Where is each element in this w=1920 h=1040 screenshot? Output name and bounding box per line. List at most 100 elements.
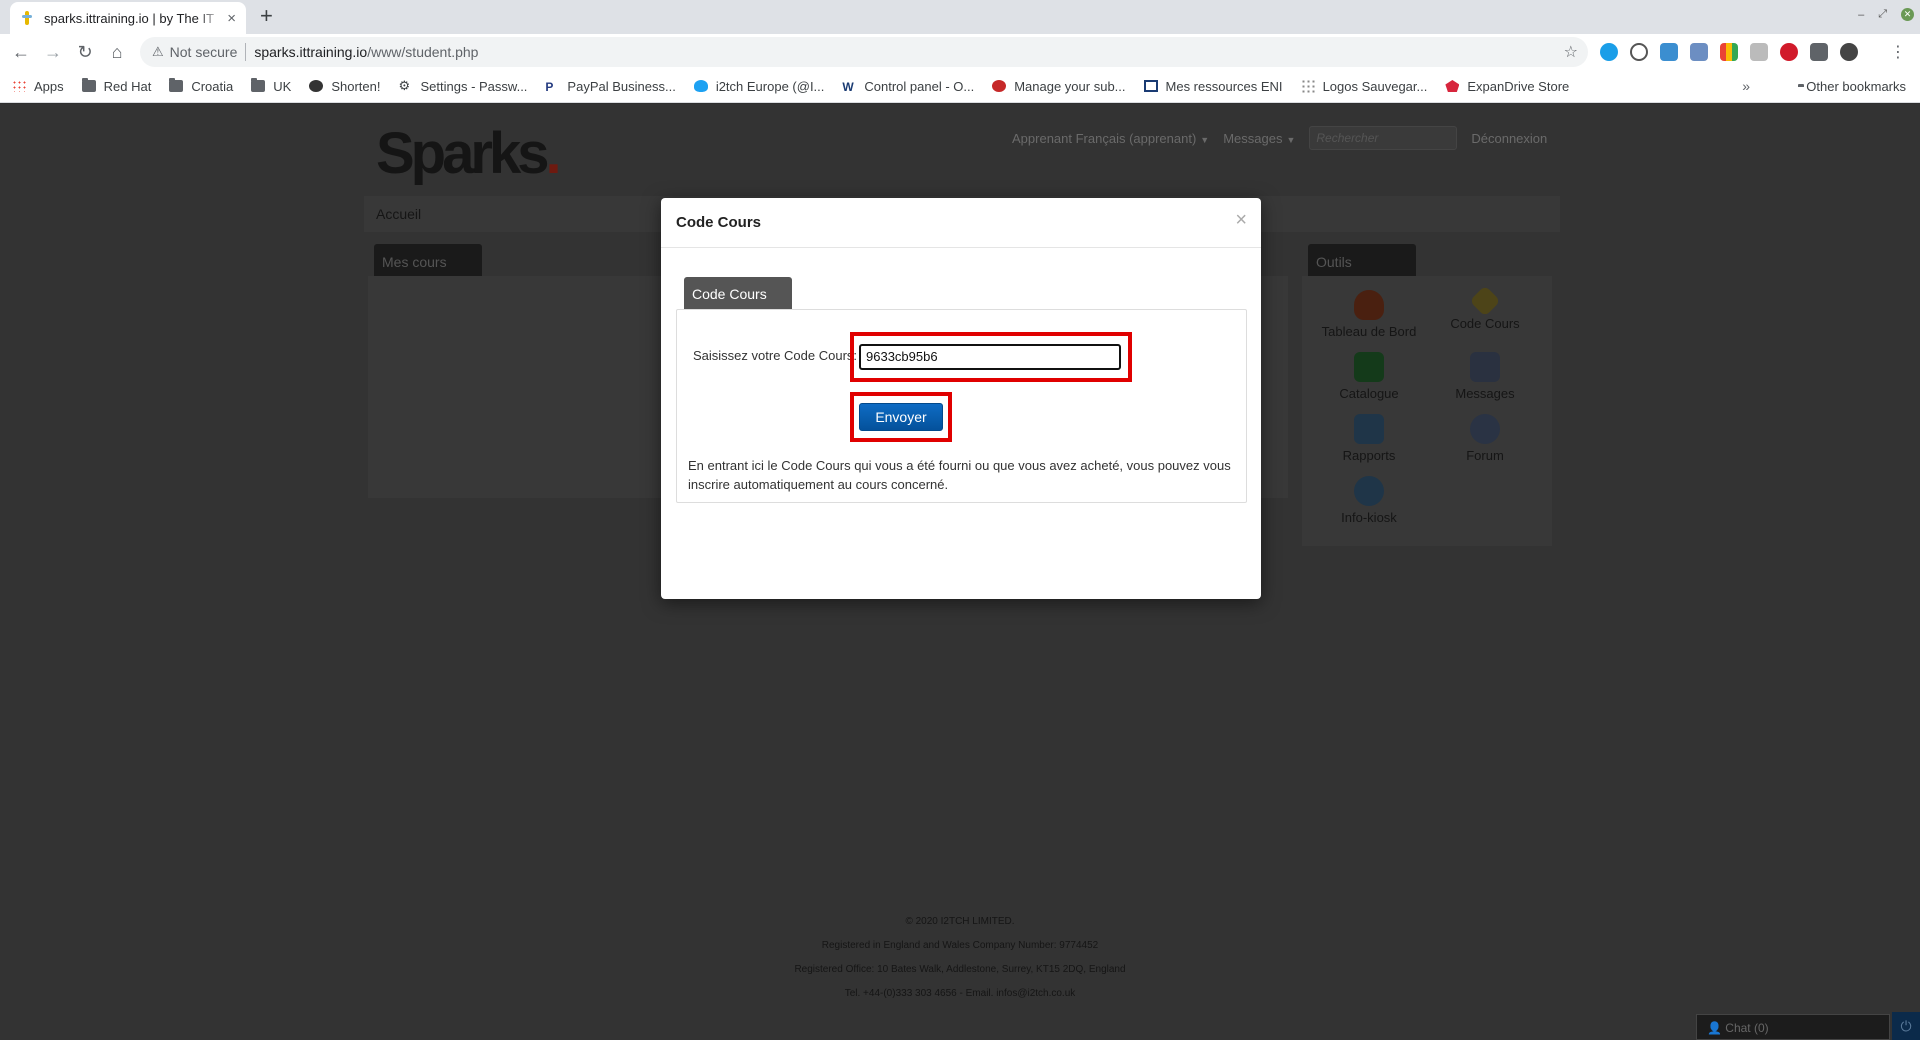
- extension-blue-icon[interactable]: [1660, 43, 1678, 61]
- bookmark-uk[interactable]: UK: [251, 78, 292, 94]
- logout-link[interactable]: Déconnexion: [1471, 131, 1547, 146]
- other-bookmarks[interactable]: Other bookmarks: [1798, 79, 1906, 94]
- bookmark-label: Manage your sub...: [1014, 78, 1126, 94]
- address-separator: [245, 43, 247, 61]
- folder-icon: [169, 78, 184, 92]
- sparks-logo[interactable]: Sparks.: [376, 120, 562, 187]
- bookmark-logos[interactable]: Logos Sauvegar...: [1300, 79, 1427, 94]
- bookmark-croatia[interactable]: Croatia: [169, 78, 234, 94]
- twitter-icon: [693, 80, 708, 92]
- reload-icon[interactable]: ↻: [74, 41, 96, 63]
- tools-extension-icon[interactable]: [1750, 43, 1768, 61]
- chat-button[interactable]: 👤 Chat (0): [1696, 1014, 1890, 1040]
- bookmarks-overflow-icon[interactable]: »: [1742, 78, 1750, 94]
- bookmark-label: ExpanDrive Store: [1467, 78, 1570, 94]
- bookmark-twitter[interactable]: i2tch Europe (@I...: [693, 79, 824, 94]
- puzzle-icon[interactable]: [1810, 43, 1828, 61]
- envelope-icon: [1470, 352, 1500, 382]
- tools-panel: Tableau de Bord Code Cours Catalogue Mes…: [1302, 276, 1552, 546]
- bookmark-label: Control panel - O...: [864, 78, 975, 94]
- bookmark-apps[interactable]: Apps: [12, 79, 64, 94]
- bookmark-settings[interactable]: ⚙ Settings - Passw...: [398, 79, 527, 94]
- folder-icon: [81, 78, 96, 92]
- minimize-icon[interactable]: –: [1858, 9, 1864, 21]
- bookmark-label: UK: [273, 78, 292, 94]
- bookmark-star-icon[interactable]: ☆: [1564, 42, 1578, 62]
- tool-catalog[interactable]: Catalogue: [1314, 352, 1424, 401]
- window-close-icon[interactable]: ✕: [1901, 8, 1914, 21]
- course-code-input[interactable]: 9633cb95b6: [859, 344, 1121, 370]
- chat-bubbles-icon: [1470, 414, 1500, 444]
- bookmark-manage-sub[interactable]: Manage your sub...: [992, 78, 1126, 94]
- home-icon[interactable]: ⌂: [106, 41, 128, 63]
- tool-label: Tableau de Bord: [1321, 324, 1417, 339]
- tool-label: Forum: [1466, 448, 1504, 463]
- browser-chrome: sparks.ittraining.io | by The IT × + – ⤢…: [0, 0, 1920, 103]
- maximize-icon[interactable]: ⤢: [1878, 8, 1887, 21]
- new-tab-button[interactable]: +: [260, 5, 273, 27]
- bookmark-shorten[interactable]: Shorten!: [309, 79, 380, 94]
- bookmark-red-hat[interactable]: Red Hat: [81, 78, 151, 94]
- forward-icon[interactable]: →: [42, 41, 64, 63]
- bookmark-label: Croatia: [191, 78, 234, 94]
- tab-my-courses[interactable]: Mes cours: [374, 244, 482, 278]
- bookmark-paypal[interactable]: P PayPal Business...: [545, 79, 675, 95]
- profile-avatar[interactable]: [1840, 43, 1858, 61]
- top-navigation: Apprenant Français (apprenant) ▼ Messages…: [1012, 126, 1547, 150]
- chat-icon: 👤: [1707, 1021, 1726, 1035]
- address-bar[interactable]: ⚠ Not secure sparks.ittraining.io /www/s…: [140, 37, 1588, 67]
- modal-title: Code Cours: [676, 214, 762, 231]
- power-icon[interactable]: ⏻: [1892, 1012, 1920, 1040]
- tool-forum[interactable]: Forum: [1430, 414, 1540, 463]
- course-code-modal: Code Cours × Code Cours Saisissez votre …: [661, 198, 1261, 599]
- help-text: En entrant ici le Code Cours qui vous a …: [688, 458, 1231, 492]
- catalog-icon: [1354, 352, 1384, 382]
- browser-tab[interactable]: sparks.ittraining.io | by The IT ×: [10, 2, 246, 34]
- breadcrumb-home[interactable]: Accueil: [376, 206, 421, 222]
- tool-reports[interactable]: Rapports: [1314, 414, 1424, 463]
- bookmark-control-panel[interactable]: W Control panel - O...: [842, 78, 975, 95]
- not-secure-label[interactable]: Not secure: [170, 44, 238, 60]
- messages-menu[interactable]: Messages ▼: [1223, 131, 1295, 146]
- user-icon: [1354, 290, 1384, 320]
- url-host: sparks.ittraining.io: [254, 44, 368, 60]
- user-menu[interactable]: Apprenant Français (apprenant) ▼: [1012, 131, 1209, 146]
- tool-course-code[interactable]: Code Cours: [1430, 285, 1540, 331]
- speed-icon[interactable]: [1630, 43, 1648, 61]
- tool-messages[interactable]: Messages: [1430, 352, 1540, 401]
- vivaldi-extension-icon[interactable]: [1780, 43, 1798, 61]
- eni-icon: [1143, 80, 1158, 92]
- extensions-area: [1600, 43, 1858, 61]
- footer-contact: Tel. +44-(0)333 303 4656 - Email. infos@…: [844, 988, 1076, 999]
- footer-company-number: Registered in England and Wales Company …: [821, 940, 1099, 951]
- window-controls: – ⤢ ✕: [1858, 8, 1914, 21]
- tab-close-icon[interactable]: ×: [227, 10, 236, 27]
- search-input[interactable]: Rechercher: [1309, 126, 1458, 150]
- browser-menu-icon[interactable]: ⋮: [1890, 42, 1906, 62]
- close-icon[interactable]: ×: [1235, 210, 1247, 230]
- tool-label: Code Cours: [1450, 316, 1520, 331]
- warning-icon[interactable]: ⚠: [152, 44, 164, 60]
- tab-course-code[interactable]: Code Cours: [684, 277, 792, 310]
- other-bookmarks-label: Other bookmarks: [1806, 78, 1906, 94]
- course-code-label: Saisissez votre Code Cours:: [693, 348, 858, 363]
- footer-copyright: © 2020 I2TCH LIMITED.: [905, 916, 1015, 927]
- bookmark-expandrive[interactable]: ExpanDrive Store: [1445, 79, 1569, 94]
- tool-label: Catalogue: [1339, 386, 1399, 401]
- url-path: /www/student.php: [367, 44, 479, 60]
- skype-icon[interactable]: [1600, 43, 1618, 61]
- tab-tools[interactable]: Outils: [1308, 244, 1416, 278]
- tool-label: Info-kiosk: [1341, 510, 1397, 525]
- page-footer: © 2020 I2TCH LIMITED. Registered in Engl…: [0, 910, 1920, 1006]
- tool-label: Messages: [1455, 386, 1515, 401]
- grid-icon: [1300, 79, 1315, 93]
- paypal-icon: P: [545, 80, 554, 94]
- submit-button[interactable]: Envoyer: [859, 403, 943, 431]
- color-extension-icon[interactable]: [1720, 43, 1738, 61]
- info-icon: [1354, 476, 1384, 506]
- dropbox-icon[interactable]: [1690, 43, 1708, 61]
- tool-info-kiosk[interactable]: Info-kiosk: [1314, 476, 1424, 525]
- back-icon[interactable]: ←: [10, 41, 32, 63]
- bookmark-eni[interactable]: Mes ressources ENI: [1143, 79, 1283, 94]
- tool-dashboard[interactable]: Tableau de Bord: [1314, 290, 1424, 339]
